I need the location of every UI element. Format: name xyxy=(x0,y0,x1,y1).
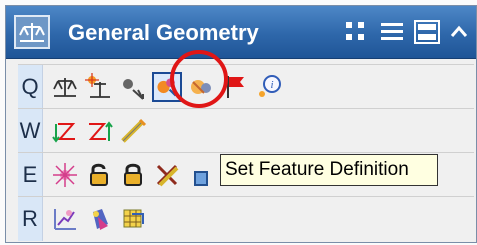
pencil-ruler-icon[interactable] xyxy=(118,116,148,146)
open-lock-icon[interactable] xyxy=(84,160,114,190)
table-icon[interactable] xyxy=(118,204,148,234)
row-key-e: E xyxy=(18,153,43,197)
row-key-q: Q xyxy=(18,65,43,109)
green-z-arrow-icon[interactable] xyxy=(50,116,80,146)
small-box-icon[interactable] xyxy=(186,160,216,190)
collapse-caret-icon[interactable] xyxy=(449,20,469,44)
highlight-circle xyxy=(170,50,228,108)
row-key-r: R xyxy=(18,197,43,241)
tool-row-q: Q i xyxy=(18,64,474,109)
scale-balance-icon[interactable] xyxy=(50,72,80,102)
paint-bucket-icon[interactable] xyxy=(84,204,114,234)
cross-ruler-icon[interactable] xyxy=(152,160,182,190)
grid-view-icon[interactable] xyxy=(344,20,368,44)
info-icon[interactable]: i xyxy=(254,72,284,102)
tooltip: Set Feature Definition xyxy=(220,154,438,186)
general-geometry-panel: General Geometry Q i W E R Set Feature D… xyxy=(5,5,477,243)
toolbar-view-icon[interactable] xyxy=(414,20,440,44)
panel-title: General Geometry xyxy=(68,20,259,45)
chart-star-icon[interactable] xyxy=(50,204,80,234)
tool-row-w: W xyxy=(18,108,474,153)
red-z-arrow-icon[interactable] xyxy=(84,116,114,146)
spark-balance-icon[interactable] xyxy=(84,72,114,102)
closed-lock-icon[interactable] xyxy=(118,160,148,190)
row-key-w: W xyxy=(18,109,43,153)
tool-row-r: R xyxy=(18,196,474,241)
general-geometry-app-icon xyxy=(14,15,50,49)
svg-text:i: i xyxy=(270,79,273,91)
title-bar: General Geometry xyxy=(6,6,476,59)
asterisk-icon[interactable] xyxy=(50,160,80,190)
list-view-icon[interactable] xyxy=(380,20,404,44)
gear-arrow-icon[interactable] xyxy=(118,72,148,102)
